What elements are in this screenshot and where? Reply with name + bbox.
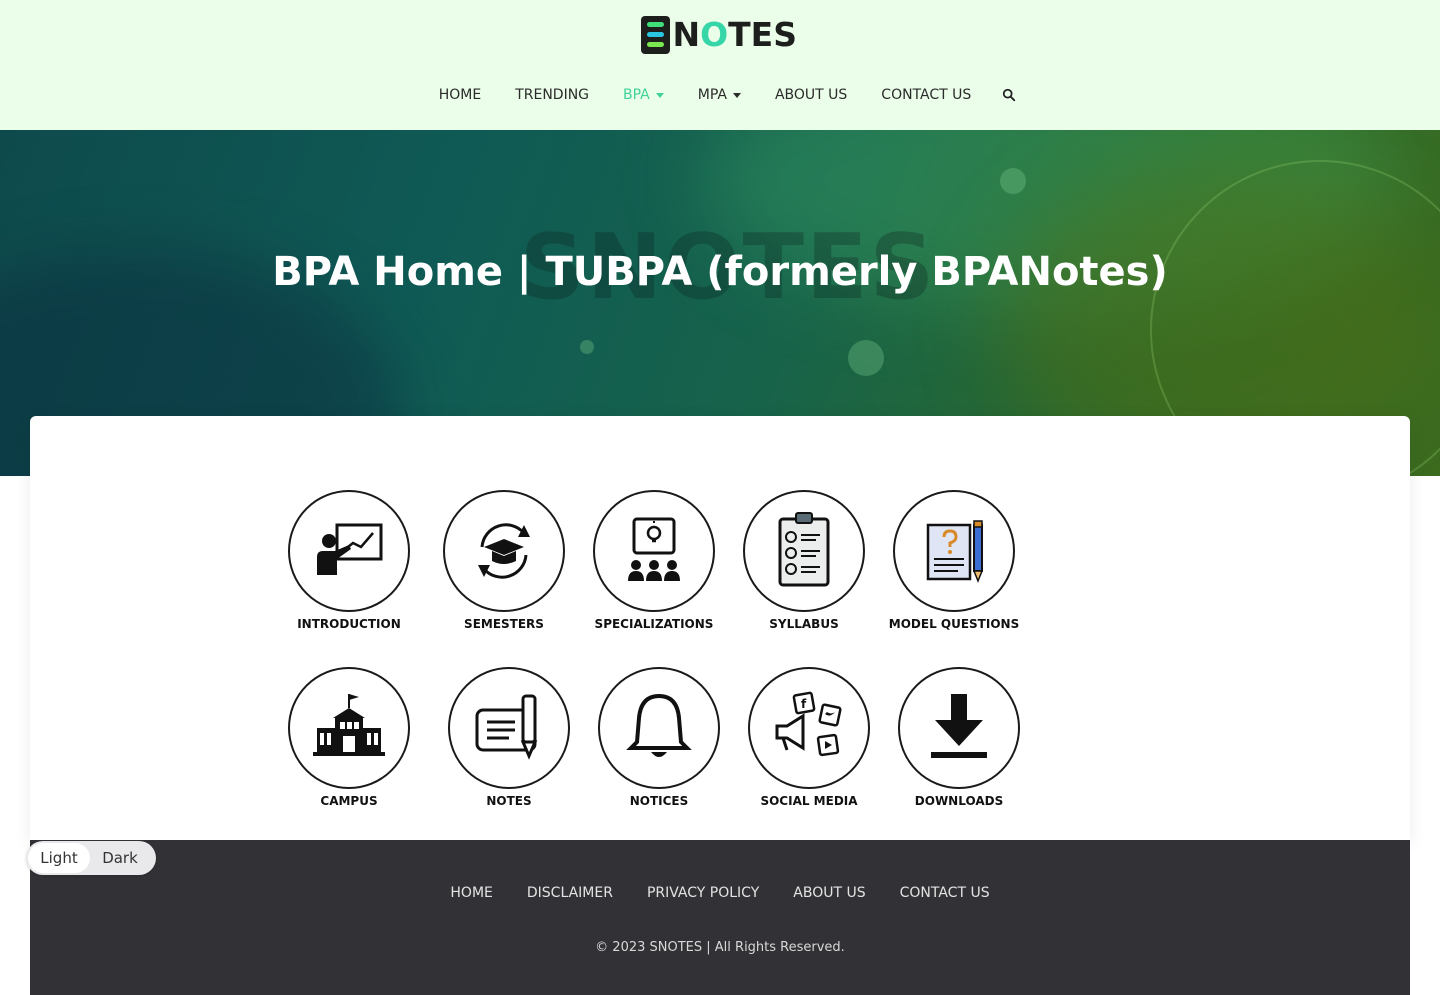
- content-card: INTRODUCTION SEMESTERS SPECIALIZATIONS S…: [30, 416, 1410, 840]
- nav-item-bpa[interactable]: BPA: [623, 87, 664, 103]
- theme-light-option[interactable]: Light: [28, 843, 90, 873]
- theme-toggle: Light Dark: [26, 841, 156, 875]
- footer-link-disclaimer[interactable]: DISCLAIMER: [527, 885, 613, 901]
- question-document-icon: [926, 520, 984, 584]
- search-icon[interactable]: [1002, 87, 1018, 103]
- theme-dark-option[interactable]: Dark: [90, 843, 150, 873]
- tile-introduction[interactable]: INTRODUCTION: [274, 488, 424, 638]
- page-title: BPA Home | TUBPA (formerly BPANotes): [272, 249, 1168, 295]
- tile-syllabus[interactable]: SYLLABUS: [729, 488, 879, 638]
- graduation-cap-cycle-icon: [478, 523, 530, 579]
- nav-item-home[interactable]: HOME: [439, 87, 481, 103]
- caret-down-icon: [655, 92, 664, 98]
- tile-downloads[interactable]: DOWNLOADS: [884, 665, 1034, 815]
- notes-pen-icon: [475, 694, 538, 760]
- main-nav: HOME TRENDING BPA MPA ABOUT US CONTACT U…: [0, 80, 1440, 110]
- copyright-text: © 2023 SNOTES | All Rights Reserved.: [595, 940, 845, 955]
- tile-campus[interactable]: CAMPUS: [274, 665, 424, 815]
- nav-item-trending[interactable]: TRENDING: [515, 87, 589, 103]
- footer-link-home[interactable]: HOME: [450, 885, 492, 901]
- logo-text: NOTES: [672, 15, 797, 54]
- nav-item-mpa[interactable]: MPA: [698, 87, 741, 103]
- site-header: NOTES HOME TRENDING BPA MPA ABOUT US CON…: [0, 0, 1440, 130]
- building-icon: [313, 694, 385, 756]
- svg-text:f: f: [801, 697, 807, 711]
- footer-link-privacy-policy[interactable]: PRIVACY POLICY: [647, 885, 759, 901]
- idea-group-icon: [628, 517, 680, 581]
- tile-notes[interactable]: NOTES: [434, 665, 584, 815]
- logo-mark-icon: [641, 16, 671, 54]
- footer-link-contact-us[interactable]: CONTACT US: [900, 885, 990, 901]
- nav-item-contact-us[interactable]: CONTACT US: [881, 87, 971, 103]
- site-footer: HOME DISCLAIMER PRIVACY POLICY ABOUT US …: [30, 840, 1410, 995]
- tile-specializations[interactable]: SPECIALIZATIONS: [579, 488, 729, 638]
- download-arrow-icon: [931, 694, 987, 758]
- tile-notices[interactable]: NOTICES: [584, 665, 734, 815]
- nav-item-about-us[interactable]: ABOUT US: [775, 87, 847, 103]
- teacher-board-icon: [317, 523, 383, 575]
- clipboard-checklist-icon: [778, 512, 830, 587]
- bell-icon: [626, 693, 692, 757]
- site-logo[interactable]: NOTES: [641, 15, 797, 55]
- caret-down-icon: [732, 92, 741, 98]
- tile-model-questions[interactable]: MODEL QUESTIONS: [879, 488, 1029, 638]
- megaphone-social-icon: f: [775, 691, 842, 757]
- tile-semesters[interactable]: SEMESTERS: [429, 488, 579, 638]
- tile-social-media[interactable]: f SOCIAL MEDIA: [734, 665, 884, 815]
- footer-nav: HOME DISCLAIMER PRIVACY POLICY ABOUT US …: [30, 885, 1410, 901]
- footer-link-about-us[interactable]: ABOUT US: [793, 885, 865, 901]
